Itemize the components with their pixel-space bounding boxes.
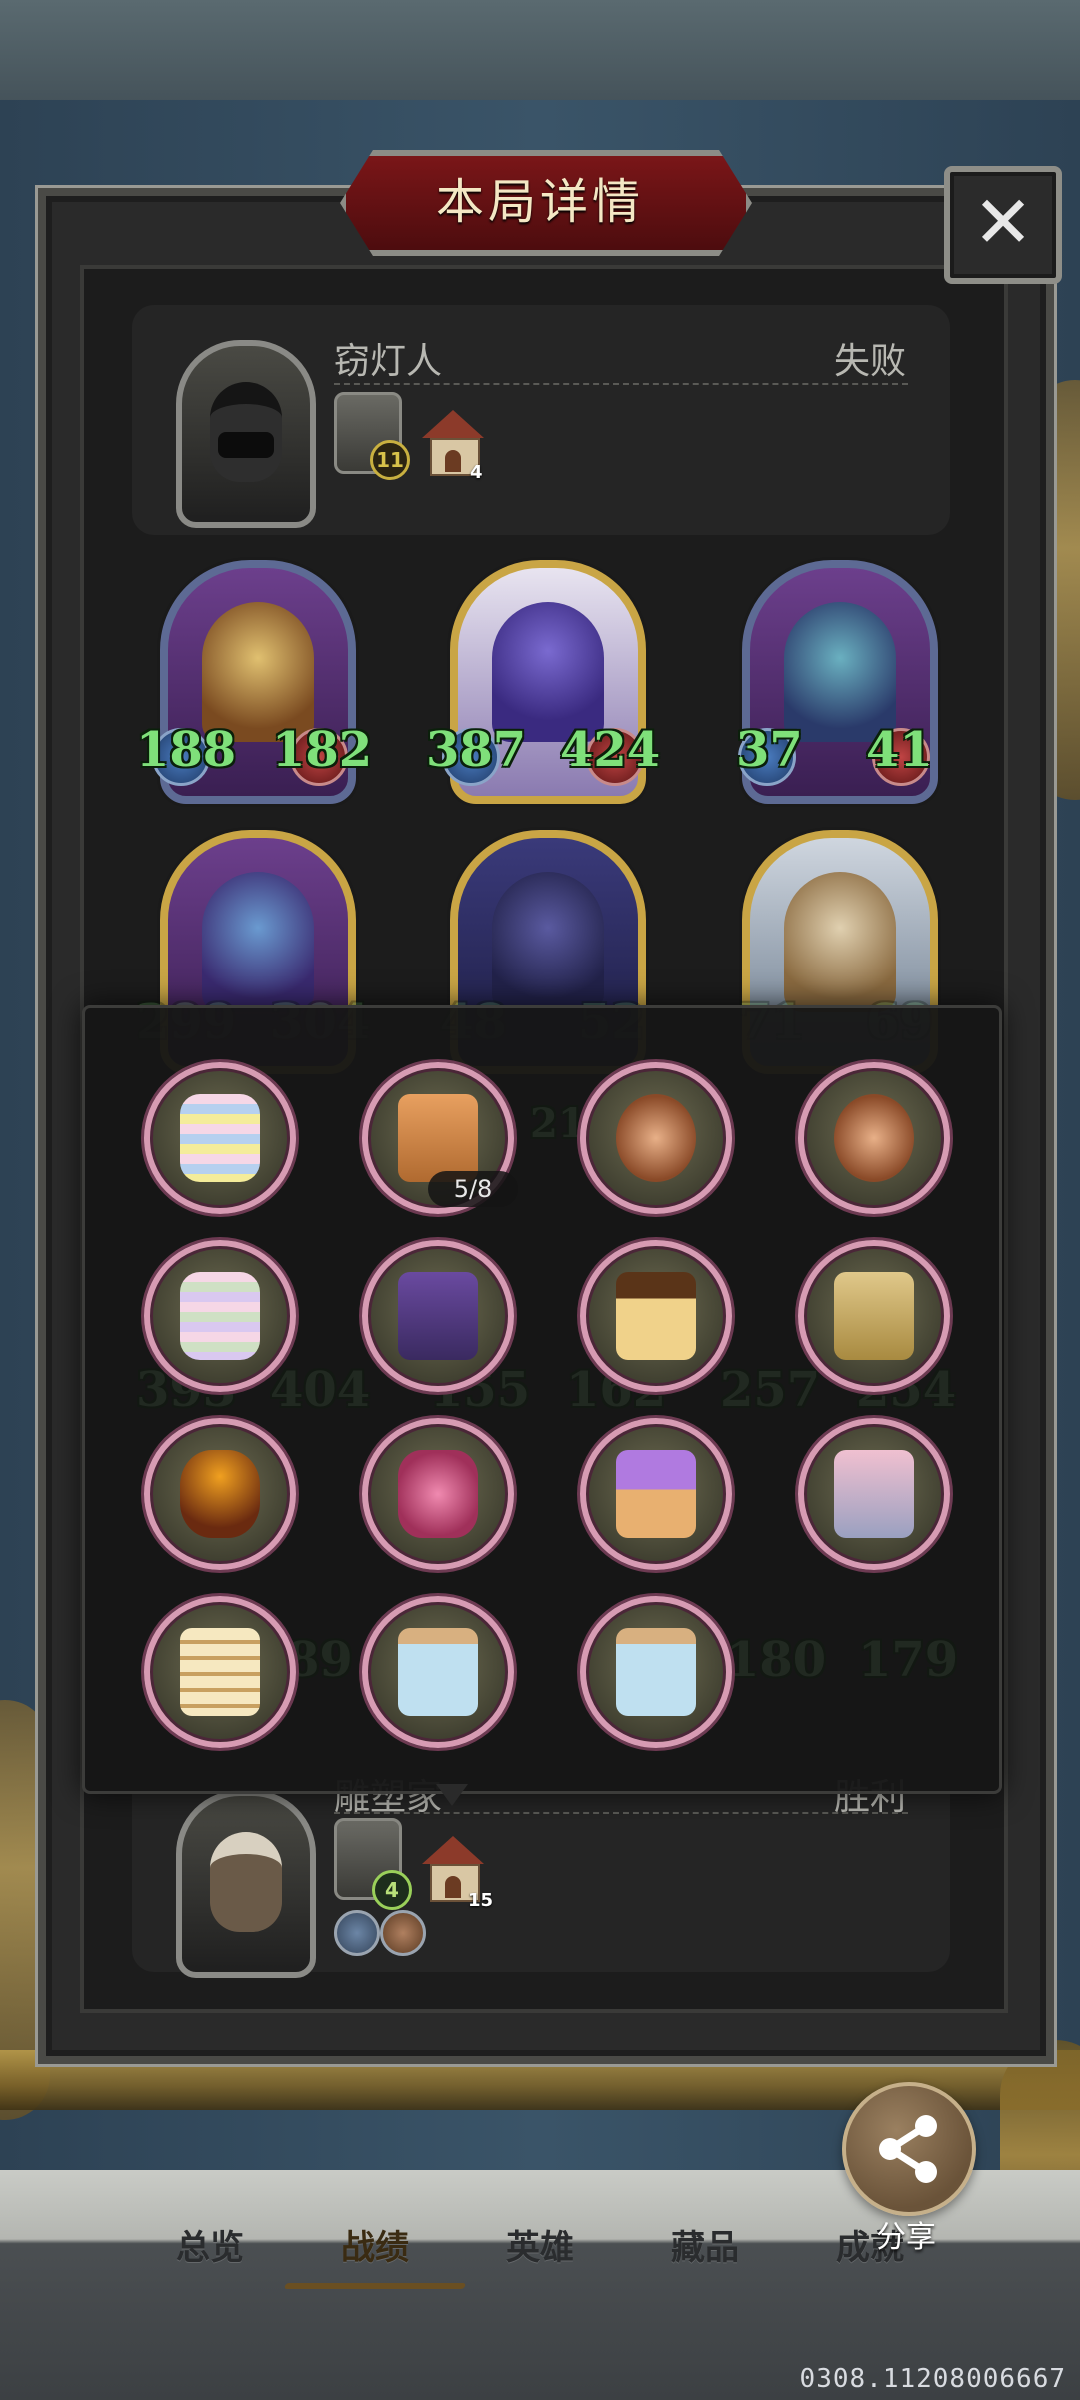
sword-icon [334,1910,380,1956]
hero-health: 41 [866,722,933,778]
faded-stat: 89 [286,1632,353,1688]
hero-attack: 387 [426,722,527,778]
player-avatar[interactable] [176,340,316,528]
share-icon [879,2115,937,2183]
level-badge: 4 [372,1870,412,1910]
divider [334,1812,908,1814]
faded-stat: 257 [720,1362,821,1418]
item-count-badge: 5/8 [428,1171,518,1207]
divider [334,383,908,385]
cake-house-item[interactable] [580,1418,732,1570]
donut-cannon-item[interactable] [798,1062,950,1214]
tab-records[interactable]: 战绩 [315,2220,435,2269]
version-number: 0308.11208006667 [799,2364,1066,2394]
opponent-avatar[interactable] [176,1790,316,1978]
candy-basket-item[interactable] [362,1418,514,1570]
faded-stat: 179 [858,1632,959,1688]
house-count: 4 [470,462,483,483]
hero-attack: 188 [136,722,237,778]
milk-bottle-house-item[interactable] [362,1596,514,1748]
hero-attack: 37 [736,722,803,778]
active-tab-underline [283,2283,467,2289]
coin-icon [380,1910,426,1956]
candy-factory-item[interactable] [798,1240,950,1392]
milk-bottle-house-item[interactable] [580,1596,732,1748]
faded-stat: 404 [270,1362,371,1418]
soup-cauldron-item[interactable] [144,1418,296,1570]
wafer-stacks-item[interactable] [144,1596,296,1748]
close-icon: ✕ [972,180,1034,264]
candy-shop-item[interactable] [798,1418,950,1570]
share-label: 分享 [876,2220,936,2255]
pudding-factory-item[interactable] [580,1240,732,1392]
level-badge: 11 [370,440,410,480]
player-name: 窃灯人 [334,341,443,382]
faded-stat: 180 [726,1632,827,1688]
close-button[interactable]: ✕ [944,166,1062,284]
tab-collection[interactable]: 藏品 [645,2220,765,2269]
witch-house-item[interactable] [362,1240,514,1392]
tab-overview[interactable]: 总览 [150,2220,270,2269]
house-count: 15 [468,1890,494,1911]
popup-pointer [436,1784,468,1806]
faded-stat: 21 [530,1100,586,1147]
donut-cannon-item[interactable] [580,1062,732,1214]
macaron-stack-item[interactable] [144,1240,296,1392]
hero-health: 182 [272,722,373,778]
house-icon [422,1836,484,1902]
player-result: 失败 [834,341,907,382]
tab-heroes[interactable]: 英雄 [480,2220,600,2269]
share-button[interactable] [842,2082,976,2216]
macaron-stack-item[interactable] [144,1062,296,1214]
hero-health: 424 [560,722,661,778]
dialog-title: 本局详情 [435,174,644,230]
